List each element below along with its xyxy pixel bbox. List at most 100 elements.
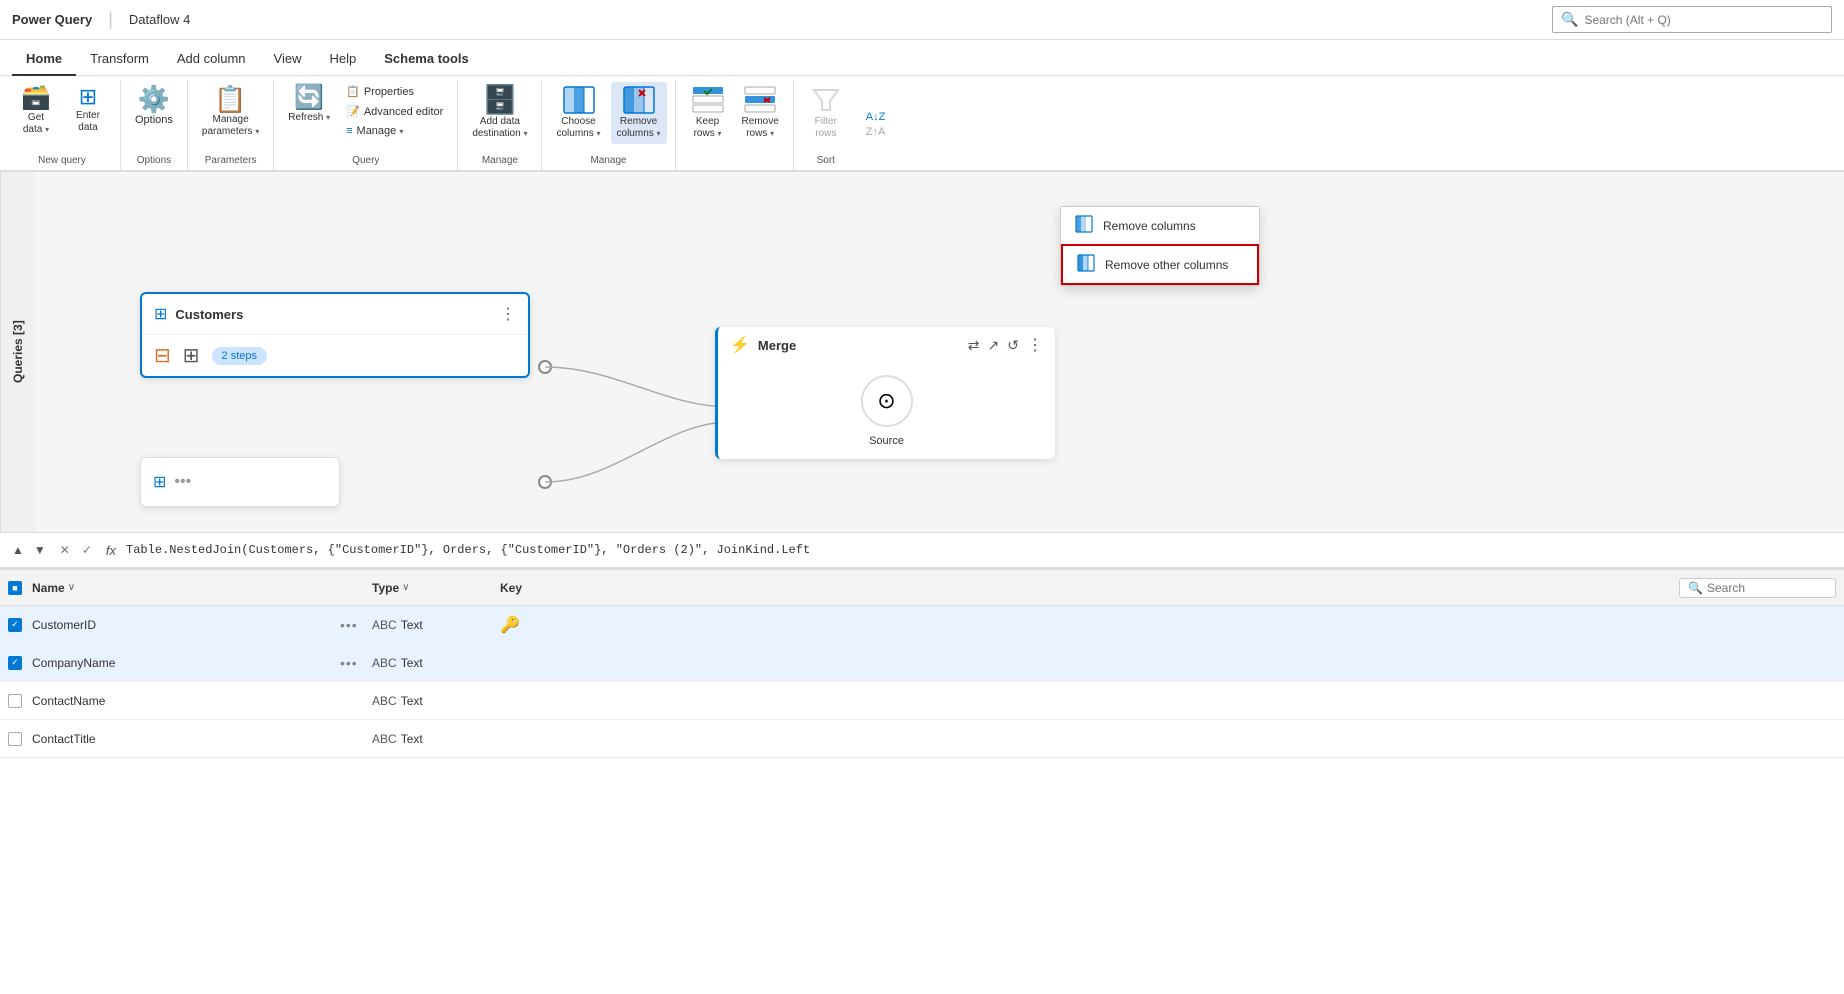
contactname-type-label: Text bbox=[401, 694, 423, 708]
tab-view[interactable]: View bbox=[260, 43, 316, 76]
companyname-dots[interactable]: ••• bbox=[340, 655, 364, 671]
tab-transform[interactable]: Transform bbox=[76, 43, 163, 76]
ribbon-group-parameters: 📋 Manageparameters ▾ Parameters bbox=[188, 80, 274, 170]
remove-columns-menu-item[interactable]: Remove columns bbox=[1061, 207, 1259, 244]
options-icon: ⚙️ bbox=[138, 86, 170, 112]
manage-parameters-button[interactable]: 📋 Manageparameters ▾ bbox=[196, 82, 265, 142]
keep-rows-button[interactable]: Keeprows ▾ bbox=[684, 82, 732, 144]
remove-columns-dropdown: Remove columns Remove other columns bbox=[1060, 206, 1260, 286]
formula-nav-down[interactable]: ▼ bbox=[30, 541, 50, 559]
row-check-contactname[interactable] bbox=[8, 694, 24, 708]
customers-table-icon2: ⊞ bbox=[183, 343, 200, 368]
merge-expand-icon[interactable]: ↗ bbox=[988, 337, 1000, 354]
merge-venn-icon: ⊙ bbox=[877, 388, 895, 414]
remove-other-columns-menu-label: Remove other columns bbox=[1105, 258, 1228, 272]
customerid-key-icon: 🔑 bbox=[500, 617, 520, 634]
remove-columns-button[interactable]: Removecolumns ▾ bbox=[611, 82, 667, 144]
queries-sidebar[interactable]: Queries [3] bbox=[0, 172, 35, 532]
row-check-companyname[interactable]: ✓ bbox=[8, 656, 24, 670]
add-data-destination-button[interactable]: 🗄️ Add datadestination ▾ bbox=[466, 82, 533, 144]
merge-card-header: ⚡ Merge ⇄ ↗ ↺ ⋮ bbox=[718, 327, 1055, 363]
manage-icon: ≡ bbox=[346, 125, 352, 137]
remove-other-columns-menu-item[interactable]: Remove other columns bbox=[1061, 244, 1259, 285]
query-group-label: Query bbox=[282, 155, 449, 170]
choose-columns-label: Choosecolumns ▾ bbox=[556, 116, 600, 140]
uncheck-contacttitle bbox=[8, 732, 22, 746]
filter-rows-button[interactable]: Filterrows bbox=[802, 82, 850, 144]
rows-group-label bbox=[684, 166, 785, 170]
contacttitle-type: ABC Text bbox=[372, 732, 492, 746]
sort-az-icon[interactable]: A↓Z bbox=[866, 110, 886, 125]
parameters-group-label: Parameters bbox=[196, 155, 265, 170]
type-header[interactable]: Type ∨ bbox=[372, 581, 492, 595]
ribbon-group-options: ⚙️ Options Options bbox=[121, 80, 188, 170]
table-row: ✓ CustomerID ••• ABC Text 🔑 bbox=[0, 606, 1844, 644]
enter-data-icon: ⊞ bbox=[79, 86, 97, 108]
formula-confirm[interactable]: ✓ bbox=[78, 541, 96, 559]
file-name: Dataflow 4 bbox=[129, 12, 190, 27]
search-input[interactable] bbox=[1584, 13, 1823, 27]
sidebar-label: Queries [3] bbox=[11, 321, 25, 384]
main-area: Queries [3] ⊞ bbox=[0, 172, 1844, 994]
ribbon-group-manage-cols: Choosecolumns ▾ Removecolumns ▾ Manage bbox=[542, 80, 675, 170]
row-check-customerid[interactable]: ✓ bbox=[8, 618, 24, 632]
choose-columns-icon bbox=[563, 86, 595, 114]
choose-columns-button[interactable]: Choosecolumns ▾ bbox=[550, 82, 606, 144]
merge-source-icon: ⊙ bbox=[861, 375, 913, 427]
refresh-button[interactable]: 🔄 Refresh ▾ bbox=[282, 82, 336, 128]
sort-za-icon[interactable]: Z↑A bbox=[866, 125, 886, 140]
filter-rows-label: Filterrows bbox=[815, 116, 837, 140]
properties-button[interactable]: 📋 Properties bbox=[340, 82, 449, 101]
tab-schema-tools[interactable]: Schema tools bbox=[370, 43, 483, 76]
customerid-dots[interactable]: ••• bbox=[340, 617, 364, 633]
merge-more-icon[interactable]: ⋮ bbox=[1027, 335, 1043, 355]
merge-refresh-icon[interactable]: ↺ bbox=[1007, 337, 1019, 354]
second-query-card[interactable]: ⊞ ••• bbox=[140, 457, 340, 507]
merge-share-icon[interactable]: ⇄ bbox=[968, 337, 980, 354]
customers-card-body: ⊟ ⊞ 2 steps bbox=[142, 335, 528, 376]
schema-search[interactable]: 🔍 bbox=[1679, 578, 1836, 598]
companyname-type-icon: ABC bbox=[372, 656, 397, 670]
merge-card[interactable]: ⚡ Merge ⇄ ↗ ↺ ⋮ ⊙ Source bbox=[715, 327, 1055, 459]
formula-nav-up[interactable]: ▲ bbox=[8, 541, 28, 559]
tab-help[interactable]: Help bbox=[315, 43, 370, 76]
tab-home[interactable]: Home bbox=[12, 43, 76, 76]
options-label: Options bbox=[135, 114, 173, 126]
merge-source-label: Source bbox=[869, 435, 904, 447]
header-select-all[interactable]: ■ bbox=[8, 581, 22, 595]
new-query-group-label: New query bbox=[12, 155, 112, 170]
customers-card[interactable]: ⊞ Customers ⋮ ⊟ ⊞ 2 steps bbox=[140, 292, 530, 378]
title-separator: | bbox=[108, 9, 113, 30]
customerid-name: CustomerID bbox=[32, 618, 332, 632]
search-icon: 🔍 bbox=[1561, 11, 1578, 28]
uncheck-contactname bbox=[8, 694, 22, 708]
customers-card-more[interactable]: ⋮ bbox=[500, 304, 516, 324]
merge-icon: ⚡ bbox=[730, 335, 750, 355]
schema-search-input[interactable] bbox=[1707, 581, 1827, 595]
global-search[interactable]: 🔍 bbox=[1552, 6, 1832, 33]
enter-data-button[interactable]: ⊞ Enterdata bbox=[64, 82, 112, 138]
enter-data-label: Enterdata bbox=[76, 110, 100, 134]
ribbon-group-query: 🔄 Refresh ▾ 📋 Properties 📝 Advanced edit… bbox=[274, 80, 458, 170]
ribbon-group-destination: 🗄️ Add datadestination ▾ Manage bbox=[458, 80, 542, 170]
tab-add-column[interactable]: Add column bbox=[163, 43, 260, 76]
get-data-button[interactable]: 🗃️ Getdata ▾ bbox=[12, 82, 60, 140]
advanced-editor-label: Advanced editor bbox=[364, 106, 444, 118]
table-row: ✓ CompanyName ••• ABC Text bbox=[0, 644, 1844, 682]
customerid-type: ABC Text bbox=[372, 618, 492, 632]
formula-input[interactable] bbox=[126, 543, 1836, 557]
filter-rows-icon bbox=[812, 86, 840, 114]
name-header[interactable]: Name ∨ bbox=[32, 581, 332, 595]
checkmark-customerid: ✓ bbox=[11, 619, 19, 630]
advanced-editor-button[interactable]: 📝 Advanced editor bbox=[340, 102, 449, 121]
sort-icons: A↓Z Z↑A bbox=[862, 80, 890, 170]
row-check-contacttitle[interactable] bbox=[8, 732, 24, 746]
advanced-editor-icon: 📝 bbox=[346, 105, 360, 118]
remove-columns-menu-icon bbox=[1075, 215, 1093, 236]
formula-cancel[interactable]: ✕ bbox=[56, 541, 74, 559]
options-button[interactable]: ⚙️ Options bbox=[129, 82, 179, 130]
formula-actions: ✕ ✓ bbox=[56, 541, 96, 559]
remove-rows-button[interactable]: Removerows ▾ bbox=[736, 82, 785, 144]
companyname-type: ABC Text bbox=[372, 656, 492, 670]
manage-button[interactable]: ≡ Manage ▾ bbox=[340, 122, 449, 140]
